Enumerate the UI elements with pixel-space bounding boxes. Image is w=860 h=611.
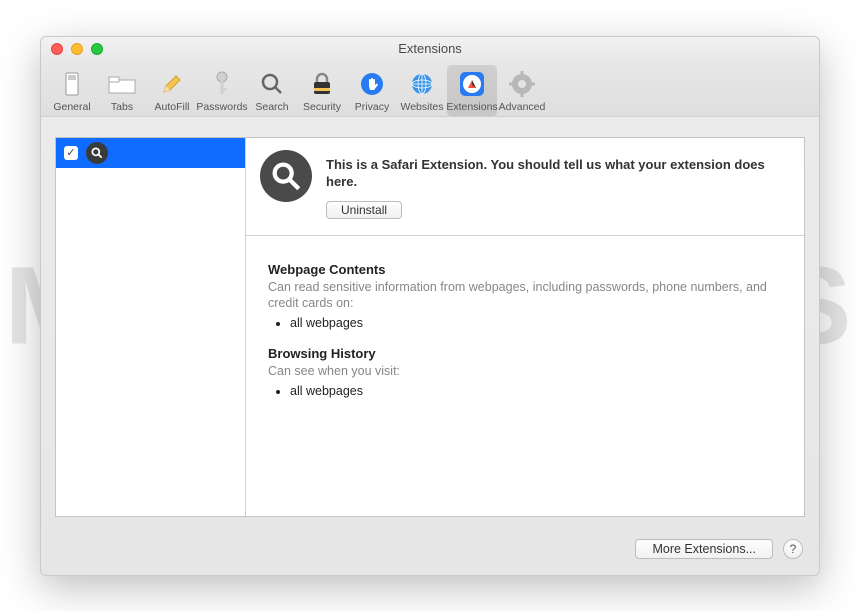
pencil-icon — [157, 69, 187, 99]
footer: More Extensions... ? — [41, 531, 819, 575]
toolbar-label: Security — [303, 101, 341, 113]
toolbar-label: Passwords — [196, 101, 247, 113]
perm-title: Webpage Contents — [268, 262, 782, 277]
globe-icon — [407, 69, 437, 99]
compass-icon — [457, 69, 487, 99]
extension-list-item[interactable]: ✓ — [56, 138, 245, 168]
extension-checkbox[interactable]: ✓ — [64, 146, 78, 160]
switch-icon — [57, 69, 87, 99]
toolbar: General Tabs AutoFill Passwords Search — [41, 61, 819, 117]
toolbar-autofill[interactable]: AutoFill — [147, 65, 197, 116]
toolbar-search[interactable]: Search — [247, 65, 297, 116]
toolbar-tabs[interactable]: Tabs — [97, 65, 147, 116]
hand-icon — [357, 69, 387, 99]
toolbar-label: Search — [255, 101, 288, 113]
lock-icon — [307, 69, 337, 99]
key-icon — [207, 69, 237, 99]
extension-detail: This is a Safari Extension. You should t… — [246, 138, 804, 516]
perm-item: all webpages — [290, 316, 782, 330]
toolbar-label: Extensions — [446, 101, 497, 113]
toolbar-websites[interactable]: Websites — [397, 65, 447, 116]
preferences-window: Extensions General Tabs AutoFill Passwor… — [40, 36, 820, 576]
magnifier-icon — [257, 69, 287, 99]
perm-list: all webpages — [290, 316, 782, 330]
window-title: Extensions — [41, 41, 819, 56]
gear-icon — [507, 69, 537, 99]
perm-subtitle: Can see when you visit: — [268, 363, 782, 380]
toolbar-security[interactable]: Security — [297, 65, 347, 116]
toolbar-label: Tabs — [111, 101, 133, 113]
minimize-window-button[interactable] — [71, 43, 83, 55]
tabs-icon — [107, 69, 137, 99]
close-window-button[interactable] — [51, 43, 63, 55]
perm-title: Browsing History — [268, 346, 782, 361]
more-extensions-button[interactable]: More Extensions... — [635, 539, 773, 559]
extension-description: This is a Safari Extension. You should t… — [326, 150, 790, 191]
permissions-section: Webpage Contents Can read sensitive info… — [246, 236, 804, 441]
extension-large-icon — [260, 150, 312, 202]
perm-item: all webpages — [290, 384, 782, 398]
toolbar-general[interactable]: General — [47, 65, 97, 116]
toolbar-label: AutoFill — [154, 101, 189, 113]
toolbar-passwords[interactable]: Passwords — [197, 65, 247, 116]
help-button[interactable]: ? — [783, 539, 803, 559]
content-area: ✓ This is a Safari Extension. You should… — [55, 137, 805, 517]
toolbar-label: Advanced — [499, 101, 546, 113]
window-controls — [41, 43, 103, 55]
detail-text-block: This is a Safari Extension. You should t… — [326, 150, 790, 219]
extensions-sidebar: ✓ — [56, 138, 246, 516]
titlebar: Extensions — [41, 37, 819, 61]
toolbar-privacy[interactable]: Privacy — [347, 65, 397, 116]
perm-list: all webpages — [290, 384, 782, 398]
toolbar-label: Privacy — [355, 101, 389, 113]
extension-mini-icon — [86, 142, 108, 164]
perm-subtitle: Can read sensitive information from webp… — [268, 279, 782, 313]
toolbar-label: General — [53, 101, 90, 113]
toolbar-advanced[interactable]: Advanced — [497, 65, 547, 116]
toolbar-label: Websites — [401, 101, 444, 113]
toolbar-extensions[interactable]: Extensions — [447, 65, 497, 116]
detail-header: This is a Safari Extension. You should t… — [246, 138, 804, 236]
uninstall-button[interactable]: Uninstall — [326, 201, 402, 219]
zoom-window-button[interactable] — [91, 43, 103, 55]
